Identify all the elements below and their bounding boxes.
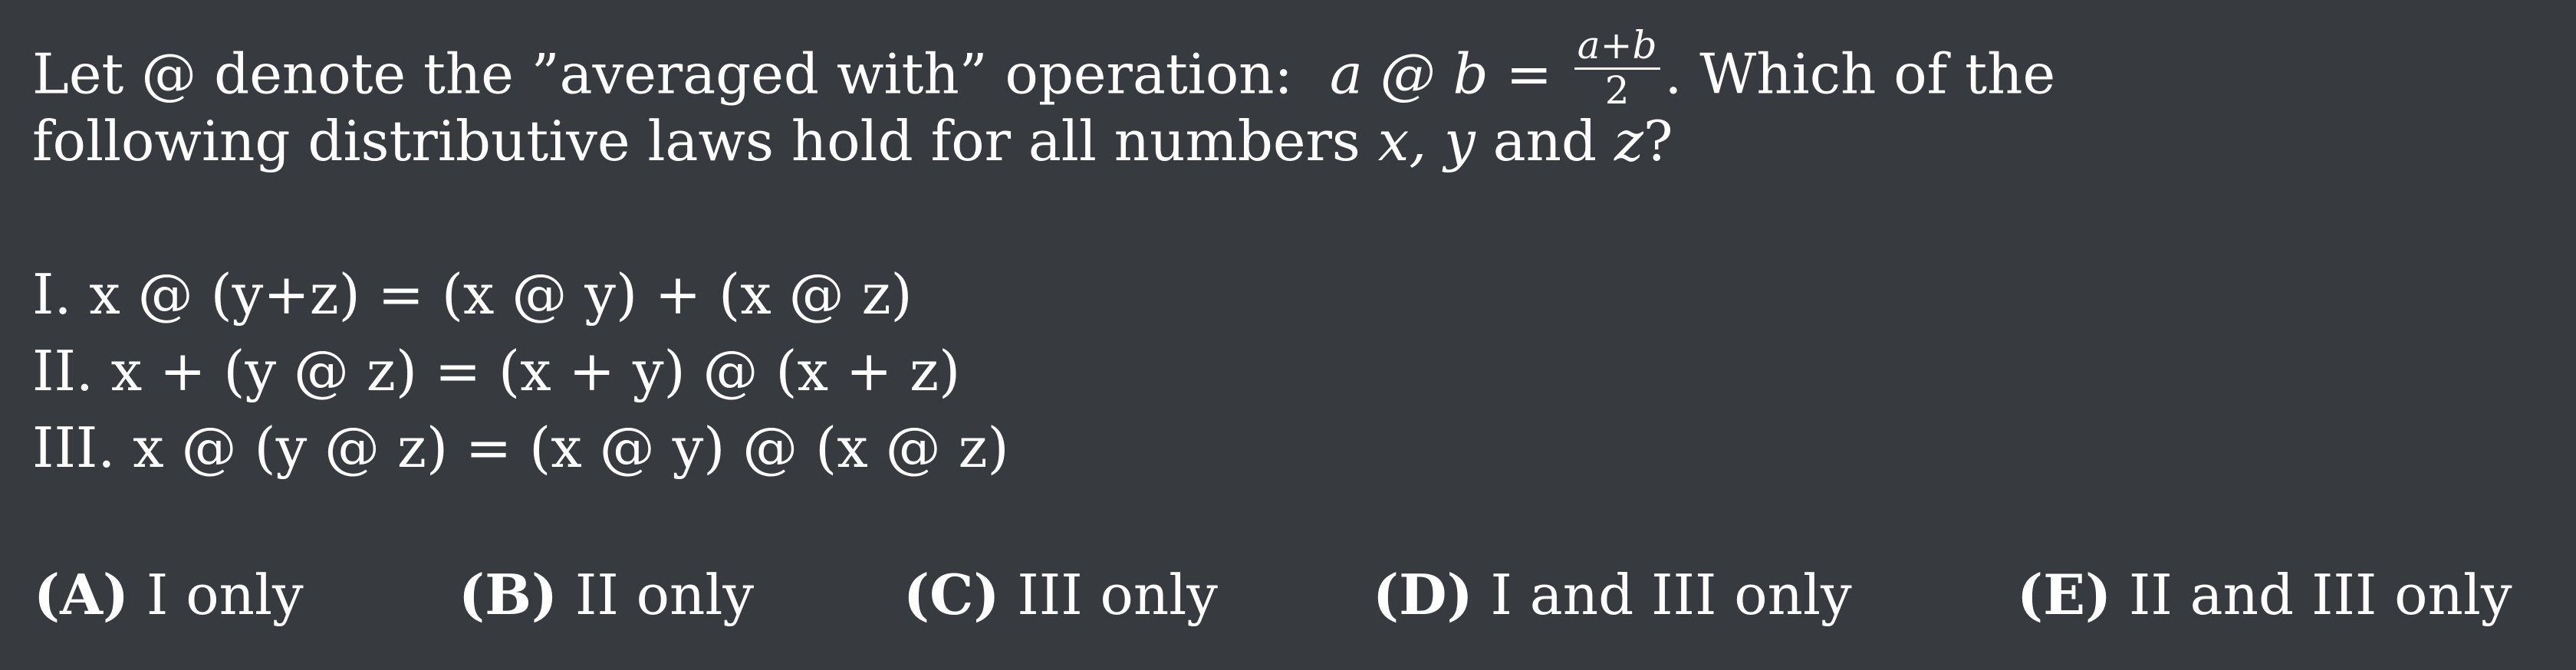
statement-1: I. x @ (y+z) = (x @ y) + (x @ z) <box>32 262 913 327</box>
answer-choice-a[interactable]: (A) I only <box>34 567 304 623</box>
question-line-1: Let @ denote the ”averaged with” operati… <box>32 26 2056 120</box>
question-intro-end: . Which of the <box>1664 41 2056 107</box>
statement-2: II. x + (y @ z) = (x + y) @ (x + z) <box>32 339 961 403</box>
average-fraction: a+b 2 <box>1574 26 1660 110</box>
question-page: Let @ denote the ”averaged with” operati… <box>0 0 2576 670</box>
answer-choice-c[interactable]: (C) III only <box>903 567 1218 623</box>
choice-text: II only <box>574 563 755 627</box>
variable-z: z <box>1614 109 1643 173</box>
variables-xy: x, y <box>1377 109 1476 173</box>
question-mark: ? <box>1643 109 1673 173</box>
choice-letter: (D) <box>1373 562 1473 627</box>
conjunction: and <box>1492 109 1597 173</box>
choice-text: I only <box>146 563 304 627</box>
question-line-2: following distributive laws hold for all… <box>32 113 1673 169</box>
question-text: following distributive laws hold for all… <box>32 109 1360 173</box>
choice-text: I and III only <box>1490 563 1852 627</box>
answer-choice-b[interactable]: (B) II only <box>459 567 754 623</box>
choice-letter: (A) <box>34 562 129 627</box>
answer-choice-e[interactable]: (E) II and III only <box>2017 567 2512 623</box>
answer-choice-d[interactable]: (D) I and III only <box>1373 567 1852 623</box>
choice-letter: (E) <box>2017 562 2112 627</box>
choice-letter: (C) <box>903 562 1000 627</box>
fraction-numerator: a+b <box>1574 26 1660 70</box>
operation-definition: a @ b = <box>1329 41 1552 107</box>
choice-text: II and III only <box>2128 563 2512 627</box>
question-intro: Let @ denote the ”averaged with” operati… <box>32 41 1293 107</box>
choice-text: III only <box>1017 563 1218 627</box>
choice-letter: (B) <box>459 562 558 627</box>
statement-3: III. x @ (y @ z) = (x @ y) @ (x @ z) <box>32 415 1009 480</box>
fraction-denominator: 2 <box>1604 68 1630 113</box>
